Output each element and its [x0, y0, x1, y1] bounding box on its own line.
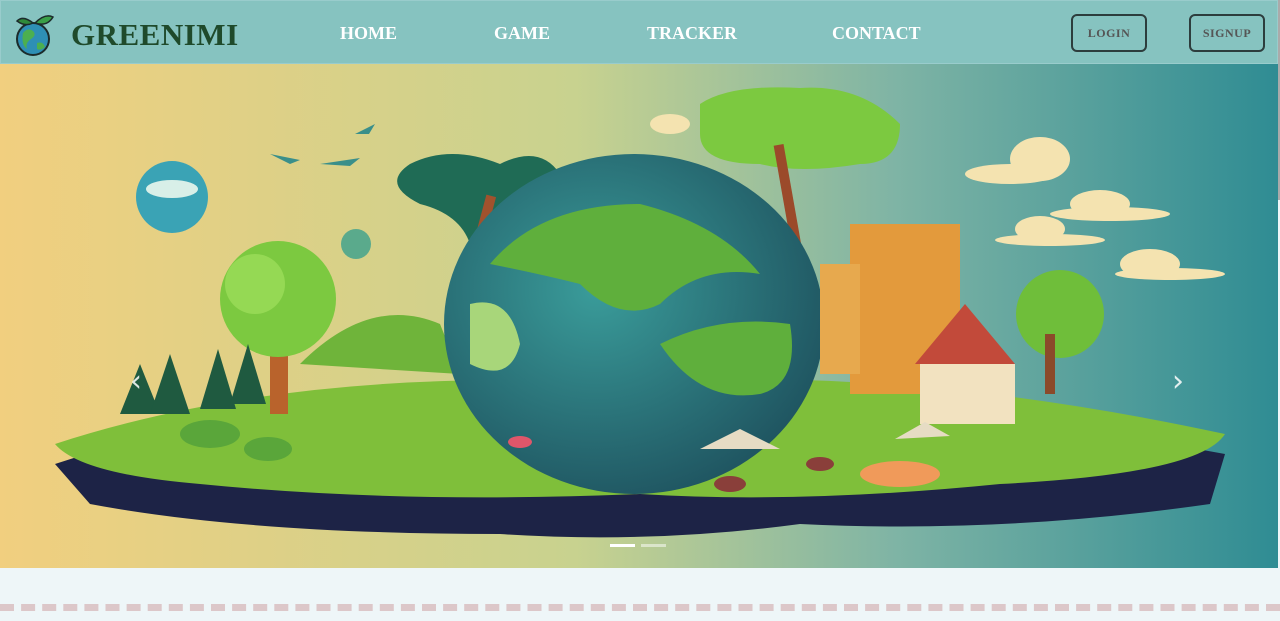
carousel-indicator-2[interactable]: [641, 544, 666, 547]
brand[interactable]: GREENIMI: [13, 13, 239, 57]
carousel-prev-button[interactable]: ‹: [130, 364, 142, 399]
content-section: [0, 568, 1280, 621]
hero-carousel: ‹ ›: [0, 64, 1278, 568]
dashed-divider: [0, 604, 1280, 611]
signup-button[interactable]: SIGNUP: [1189, 14, 1265, 52]
earth-leaf-logo-icon: [15, 15, 55, 56]
login-button[interactable]: LOGIN: [1071, 14, 1147, 52]
nav-game[interactable]: GAME: [494, 23, 550, 44]
nav-home[interactable]: HOME: [340, 23, 397, 44]
carousel-indicator-1[interactable]: [610, 544, 635, 547]
navbar: GREENIMI HOME GAME TRACKER CONTACT LOGIN…: [0, 0, 1278, 64]
brand-name: GREENIMI: [71, 17, 239, 52]
carousel-next-button[interactable]: ›: [1172, 364, 1184, 399]
hero-illustration: [0, 64, 1278, 568]
nav-contact[interactable]: CONTACT: [832, 23, 921, 44]
nav-tracker[interactable]: TRACKER: [647, 23, 737, 44]
